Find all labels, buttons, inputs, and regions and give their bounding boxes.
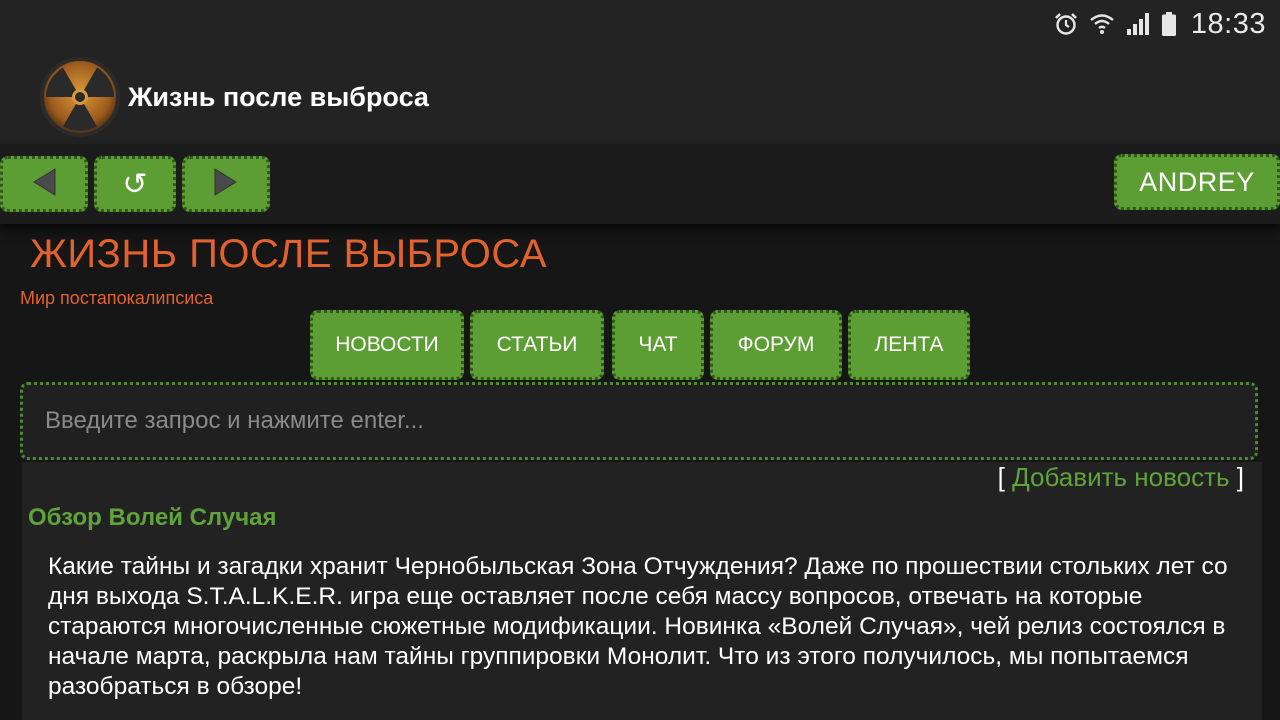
nav-articles[interactable]: СТАТЬИ	[470, 310, 604, 380]
site-title: ЖИЗНЬ ПОСЛЕ ВЫБРОСА	[30, 232, 547, 276]
alarm-icon	[1053, 11, 1079, 37]
nav-news[interactable]: НОВОСТИ	[310, 310, 464, 380]
nav-feed[interactable]: ЛЕНТА	[848, 310, 970, 380]
add-news: [ Добавить новость ]	[998, 462, 1244, 493]
reload-button[interactable]: ↺	[94, 156, 176, 212]
nav-forum[interactable]: ФОРУМ	[710, 310, 842, 380]
triangle-right-icon	[213, 167, 239, 202]
battery-icon	[1161, 11, 1177, 37]
bracket-open: [	[997, 462, 1005, 492]
app-title: Жизнь после выброса	[128, 82, 429, 112]
back-button[interactable]	[0, 156, 88, 212]
news-panel: [ Добавить новость ] Обзор Волей Случая …	[22, 462, 1262, 720]
article-title[interactable]: Обзор Волей Случая	[28, 504, 276, 532]
bracket-close: ]	[1236, 462, 1244, 492]
user-button[interactable]: ANDREY	[1114, 154, 1280, 210]
forward-button[interactable]	[182, 156, 270, 212]
radiation-icon	[40, 57, 120, 137]
article-text: Какие тайны и загадки хранит Чернобыльск…	[48, 553, 1228, 700]
search-box	[20, 382, 1258, 460]
site-subtitle: Мир постапокалипсиса	[20, 288, 214, 308]
status-time: 18:33	[1190, 7, 1266, 40]
browser-toolbar: ↺ ANDREY	[0, 144, 1280, 224]
search-input[interactable]	[45, 407, 1233, 435]
status-icons: 18:33	[1053, 6, 1266, 42]
wifi-icon	[1089, 11, 1115, 37]
status-bar: 18:33	[0, 0, 1280, 48]
app-bar: Жизнь после выброса	[0, 48, 1280, 144]
reload-icon: ↺	[122, 166, 148, 202]
nav-chat[interactable]: ЧАТ	[612, 310, 704, 380]
signal-icon	[1125, 11, 1151, 37]
add-news-link[interactable]: Добавить новость	[1012, 462, 1229, 492]
triangle-left-icon	[31, 167, 57, 202]
